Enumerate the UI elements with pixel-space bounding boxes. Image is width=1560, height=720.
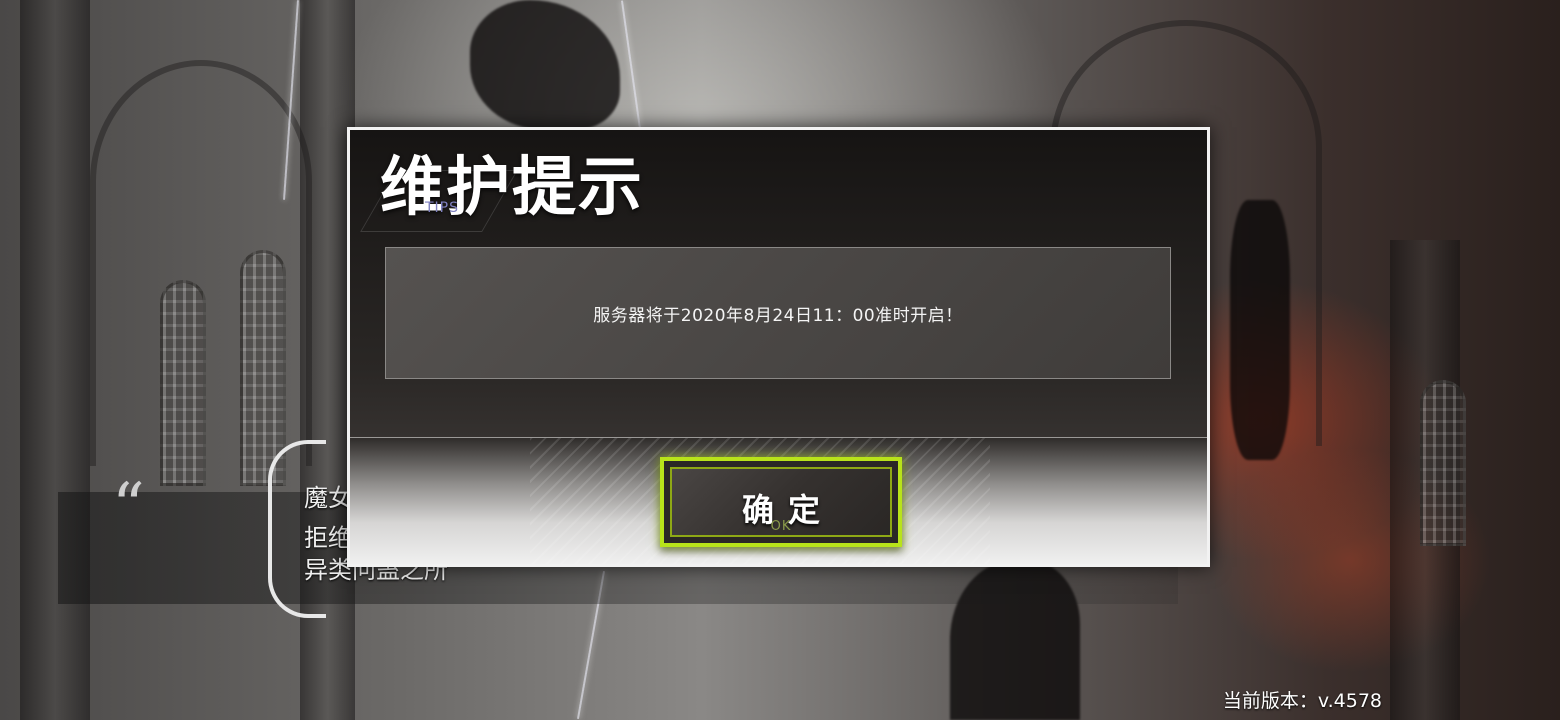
confirm-button-inner[interactable]: 确定 OK: [670, 467, 892, 537]
dialog-subtitle: TIPS: [425, 200, 460, 216]
game-background: “ 魔女 拒绝 异类问蛊之所 维护提示 TIPS 服务器将于2020年8月24日…: [0, 0, 1560, 720]
version-label: 当前版本：: [1222, 690, 1318, 712]
maintenance-message: 服务器将于2020年8月24日11：00准时开启！: [593, 305, 963, 326]
dialog-title: 维护提示: [380, 150, 644, 225]
version-value: v.4578: [1317, 690, 1382, 712]
background-pillar: [20, 0, 90, 720]
version-info: 当前版本：v.4578: [1223, 686, 1382, 713]
confirm-button[interactable]: 确定 OK: [660, 457, 902, 547]
background-shadow-figure: [470, 0, 620, 130]
maintenance-dialog: 维护提示 TIPS 服务器将于2020年8月24日11：00准时开启！ 确定 O…: [347, 127, 1210, 567]
background-lightning: [620, 0, 642, 130]
background-shadow-figure: [1230, 200, 1290, 460]
quote-line-1: 魔女: [304, 484, 352, 512]
open-quote-icon: “: [112, 470, 145, 544]
dialog-footer: 确定 OK: [350, 437, 1207, 564]
background-window: [160, 280, 206, 486]
confirm-button-sublabel: OK: [770, 519, 792, 534]
message-box: 服务器将于2020年8月24日11：00准时开启！: [385, 247, 1171, 379]
quote-line-2: 拒绝: [304, 524, 352, 552]
background-window: [1420, 380, 1466, 546]
